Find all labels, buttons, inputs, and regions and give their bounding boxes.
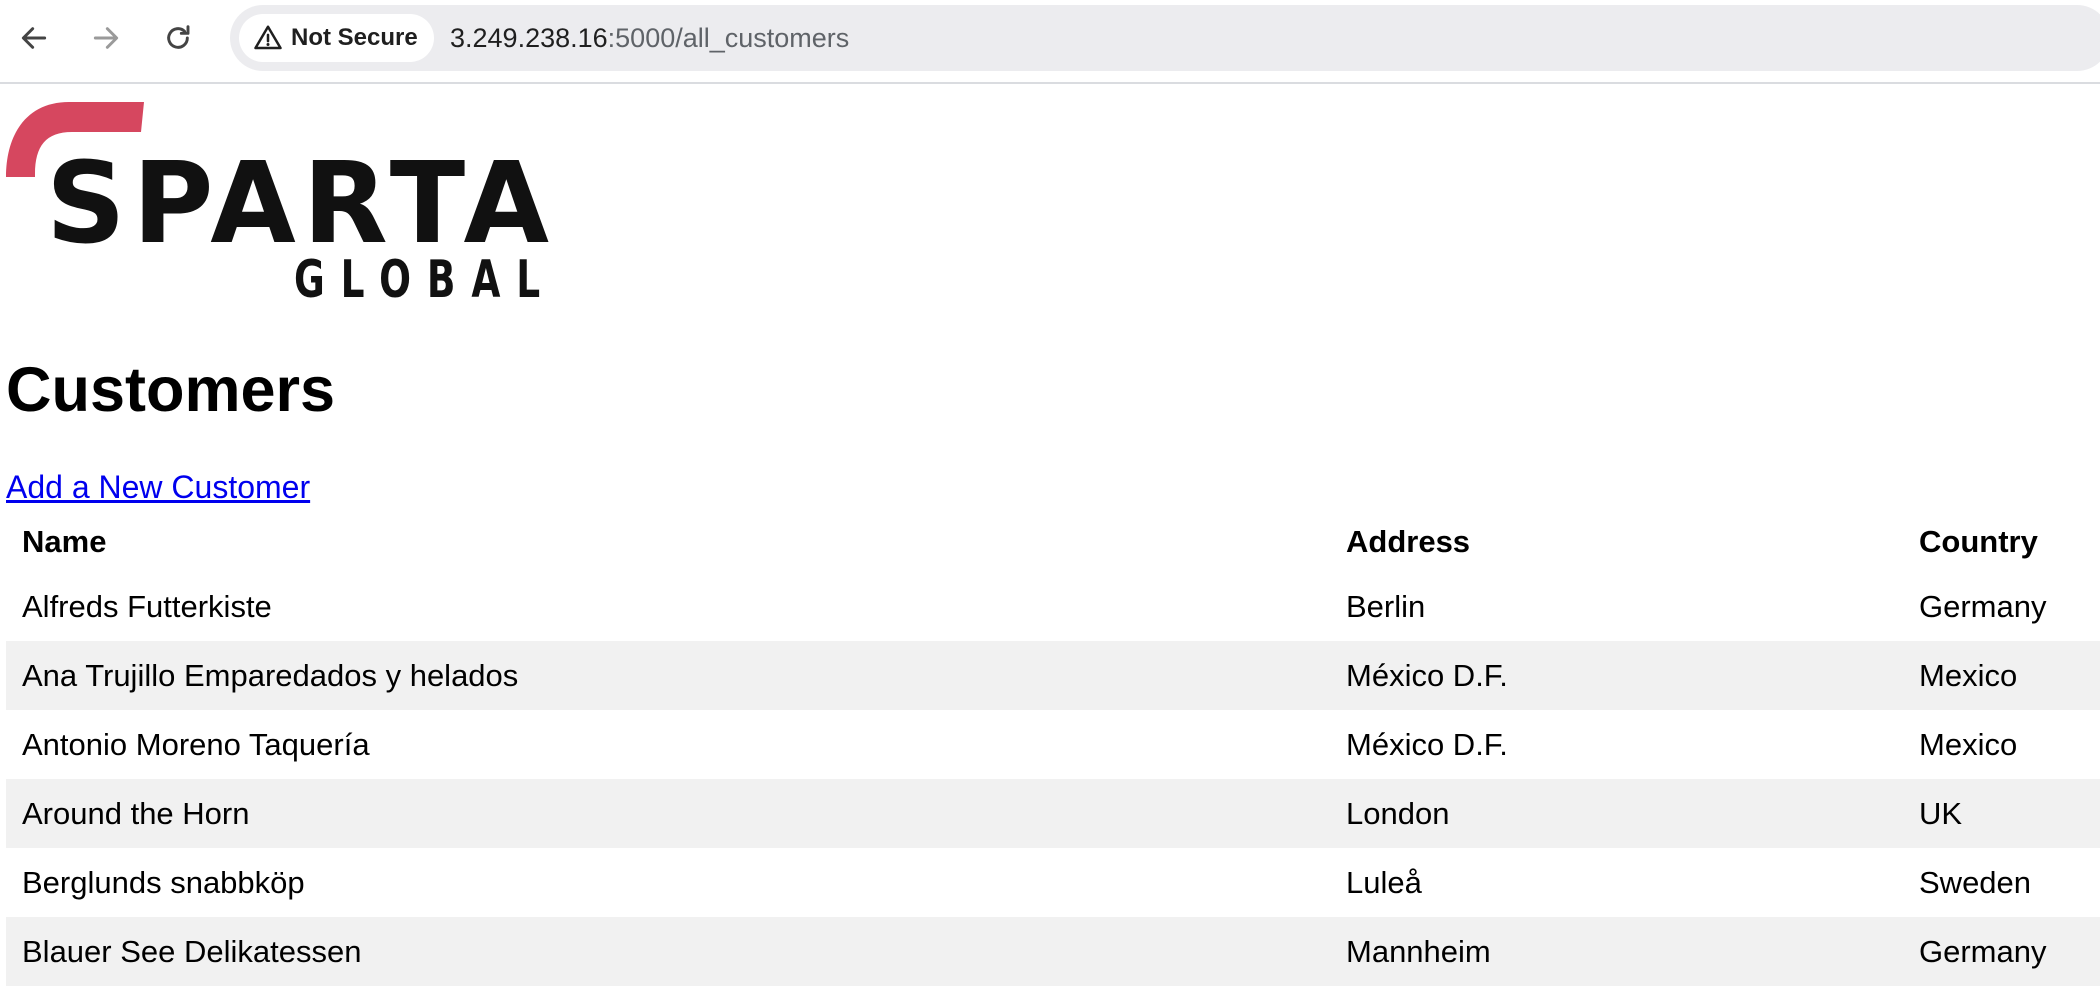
- table-header-row: Name Address Country: [6, 512, 2100, 572]
- customer-country-cell: Mexico: [1919, 657, 2018, 693]
- sparta-global-logo: SPARTA GLOBAL: [6, 102, 556, 305]
- url-path: :5000/all_customers: [607, 23, 850, 53]
- customer-country-cell: Germany: [1919, 588, 2047, 624]
- table-row: Around the Horn London UK: [6, 779, 2100, 848]
- address-bar[interactable]: Not Secure 3.249.238.16:5000/all_custome…: [230, 5, 2100, 71]
- url-host: 3.249.238.16: [450, 23, 608, 53]
- customer-name-cell: Ana Trujillo Emparedados y helados: [22, 657, 519, 693]
- customer-country-cell: Sweden: [1919, 864, 2032, 900]
- table-row: Ana Trujillo Emparedados y helados Méxic…: [6, 641, 2100, 710]
- column-header-address: Address: [1346, 524, 1471, 559]
- reload-icon: [167, 25, 190, 49]
- customer-address-cell: London: [1346, 795, 1450, 831]
- security-indicator[interactable]: Not Secure: [239, 14, 434, 62]
- security-label: Not Secure: [291, 24, 418, 51]
- customer-address-cell: Luleå: [1346, 864, 1422, 900]
- customer-name-cell: Berglunds snabbköp: [22, 864, 305, 900]
- table-row: Alfreds Futterkiste Berlin Germany: [6, 572, 2100, 641]
- customer-address-cell: Berlin: [1346, 588, 1426, 624]
- column-header-name: Name: [22, 524, 107, 559]
- customers-table: Name Address Country Alfreds Futterkiste…: [6, 512, 2100, 986]
- table-row: Antonio Moreno Taquería México D.F. Mexi…: [6, 710, 2100, 779]
- add-customer-link[interactable]: Add a New Customer: [6, 467, 310, 507]
- warning-triangle-icon: [254, 25, 282, 50]
- customer-name-cell: Around the Horn: [22, 795, 250, 831]
- logo-bottom-word: GLOBAL: [294, 250, 556, 305]
- arrow-left-icon: [21, 27, 47, 49]
- page-title: Customers: [6, 355, 336, 425]
- forward-button[interactable]: [88, 18, 124, 58]
- reload-button[interactable]: [160, 18, 196, 58]
- column-header-country: Country: [1919, 524, 2038, 559]
- browser-toolbar: Not Secure 3.249.238.16:5000/all_custome…: [0, 0, 2100, 84]
- customer-country-cell: Germany: [1919, 933, 2047, 969]
- back-button[interactable]: [16, 18, 52, 58]
- customer-name-cell: Alfreds Futterkiste: [22, 588, 272, 624]
- customer-address-cell: México D.F.: [1346, 726, 1508, 762]
- url-text[interactable]: 3.249.238.16:5000/all_customers: [450, 5, 849, 71]
- table-row: Blauer See Delikatessen Mannheim Germany: [6, 917, 2100, 986]
- customer-country-cell: UK: [1919, 795, 1963, 831]
- customer-address-cell: Mannheim: [1346, 933, 1491, 969]
- customer-name-cell: Blauer See Delikatessen: [22, 933, 362, 969]
- customer-address-cell: México D.F.: [1346, 657, 1508, 693]
- customer-country-cell: Mexico: [1919, 726, 2018, 762]
- table-row: Berglunds snabbköp Luleå Sweden: [6, 848, 2100, 917]
- arrow-right-icon: [93, 27, 119, 49]
- customer-name-cell: Antonio Moreno Taquería: [22, 726, 370, 762]
